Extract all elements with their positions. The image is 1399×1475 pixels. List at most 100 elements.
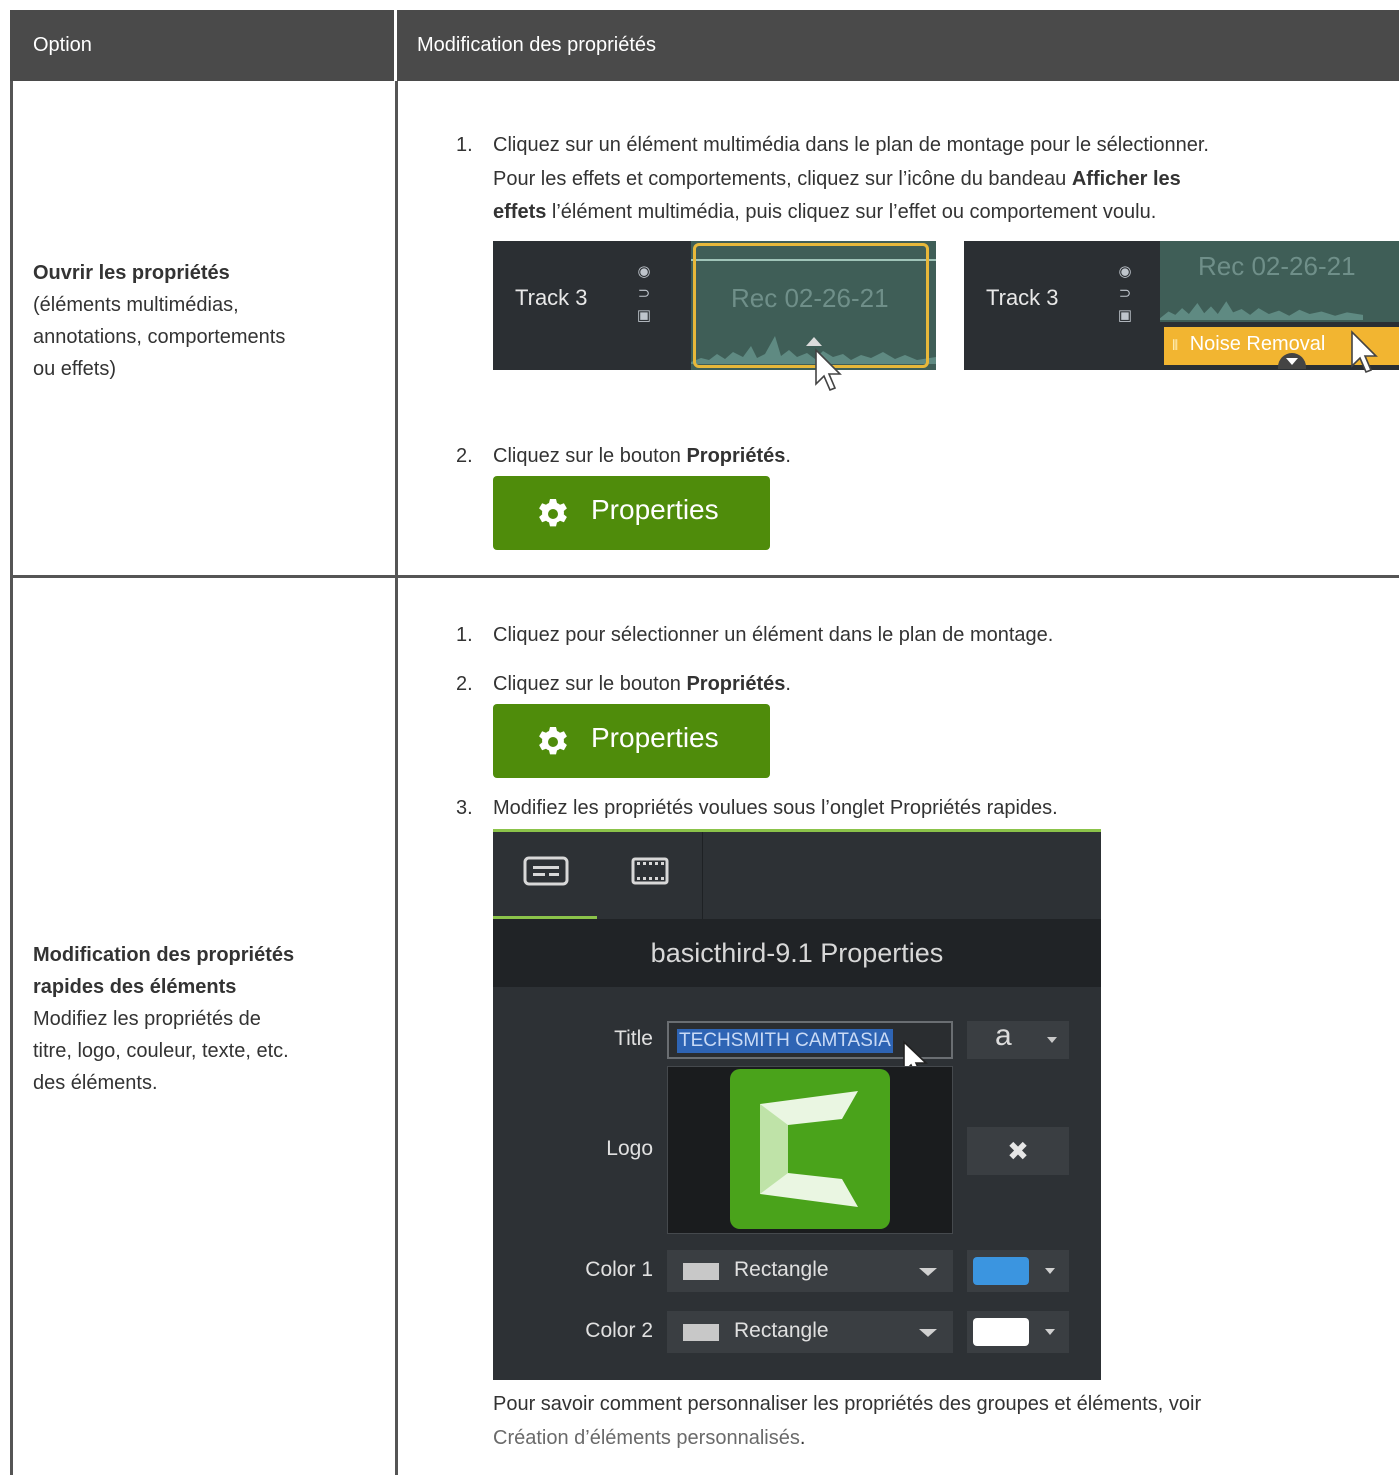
table-header: Option Modification des propriétés [10, 10, 1399, 81]
header-modification: Modification des propriétés [417, 34, 657, 56]
logo-well[interactable] [667, 1066, 953, 1234]
quick-properties-icon [523, 856, 569, 886]
clip-label-b: Rec 02-26-21 [1198, 251, 1356, 281]
row1-step1-line2-text: Pour les effets et comportements, clique… [493, 168, 1072, 190]
track-screenshot-selected: Track 3 ◉ ⊃ ▣ Rec 02-26-21 [493, 241, 936, 370]
row2-option-title-2: rapides des éléments [33, 976, 237, 998]
color2-picker[interactable] [967, 1311, 1069, 1353]
row2-step2-bold: Propriétés [686, 673, 786, 695]
row2-option-cell: Modification des propriétés rapides des … [33, 939, 294, 1099]
panel-tabs [493, 832, 1101, 919]
row1-step1-bold-a: Afficher les [1071, 168, 1181, 190]
properties-button-label: Properties [591, 722, 719, 753]
row2-option-desc-3: des éléments. [33, 1072, 158, 1094]
chevron-down-icon [1045, 1268, 1055, 1274]
row1-step1-line3-text: l’élément multimédia, puis cliquez sur l… [546, 201, 1157, 223]
expand-triangle[interactable] [806, 337, 822, 346]
effect-grip-icon: ⦀ [1172, 337, 1179, 353]
track-toggle-icons-b: ◉ ⊃ ▣ [1116, 261, 1134, 327]
header-option: Option [33, 34, 92, 56]
tab-quick-properties[interactable] [493, 832, 597, 919]
color1-swatch [973, 1257, 1029, 1285]
color1-type-dropdown[interactable]: Rectangle [667, 1250, 953, 1292]
row2-option-desc-1: Modifiez les propriétés de [33, 1008, 261, 1030]
color1-picker[interactable] [967, 1250, 1069, 1292]
eye-icon: ◉ [637, 263, 651, 280]
row1-step1-bold-b: effets [493, 201, 547, 223]
tab-divider [702, 832, 703, 919]
chevron-down-icon [919, 1329, 937, 1337]
row2-note-end: . [799, 1427, 806, 1449]
chevron-down-icon [919, 1268, 937, 1276]
film-icon [631, 857, 669, 885]
clip-selection-border [693, 243, 929, 368]
camtasia-logo [730, 1069, 890, 1229]
panel-title: basicthird-9.1 Properties [493, 919, 1101, 987]
row1-step1-text: Cliquez sur un élément multimédia dans l… [493, 134, 1209, 156]
magnet-icon: ⊃ [637, 285, 651, 302]
waveform-b [1160, 301, 1364, 320]
track-toggle-icons: ◉ ⊃ ▣ [635, 261, 653, 327]
track-label: Track 3 [515, 285, 588, 310]
lock-icon: ▣ [636, 307, 652, 324]
row1-step2-num: 2. [456, 445, 473, 467]
row1-option-desc-3: ou effets) [33, 358, 117, 380]
row1-step1-line2: Pour les effets et comportements, clique… [493, 163, 1181, 195]
shape-swatch [683, 1324, 719, 1341]
row2-step1-text: Cliquez pour sélectionner un élément dan… [493, 624, 1054, 646]
track-screenshot-effect: Track 3 ◉ ⊃ ▣ Rec 02-26-21 ⦀ Noise Remov… [964, 241, 1399, 370]
row2-step3-num: 3. [456, 797, 473, 819]
row2-option-title-1: Modification des propriétés [33, 944, 295, 966]
shape-swatch [683, 1263, 719, 1280]
title-label: Title [614, 1027, 653, 1050]
table-left-border [10, 81, 13, 578]
color2-type-dropdown[interactable]: Rectangle [667, 1311, 953, 1353]
row2-step1: 1. Cliquez pour sélectionner un élément … [456, 619, 1053, 651]
color2-swatch [973, 1318, 1029, 1346]
color1-label: Color 1 [585, 1258, 653, 1281]
row2-step2-post: . [785, 673, 791, 695]
eye-icon: ◉ [1118, 263, 1132, 280]
track-label-b: Track 3 [986, 285, 1059, 310]
row1-option-desc-2: annotations, comportements [33, 326, 286, 348]
row1-step2-pre: Cliquez sur le bouton [493, 445, 687, 467]
row2-note-line1: Pour savoir comment personnaliser les pr… [493, 1393, 1202, 1415]
row1-step2-text: Cliquez sur le bouton Propriétés. [493, 440, 791, 472]
row1-option-desc-1: (éléments multimédias, [33, 294, 239, 316]
row2-step2-pre: Cliquez sur le bouton [493, 673, 687, 695]
table-row-divider [10, 575, 1399, 578]
mouse-cursor-icon [815, 348, 842, 392]
row2-note-line2: Création d’éléments personnalisés. [493, 1422, 805, 1454]
media-clip-b[interactable]: Rec 02-26-21 [1160, 241, 1399, 322]
properties-button[interactable]: Properties [493, 476, 770, 550]
title-input-value: TECHSMITH CAMTASIA [677, 1029, 893, 1053]
row1-option-title: Ouvrir les propriétés [33, 262, 230, 284]
row1-step2-post: . [785, 445, 791, 467]
row1-step2: 2. Cliquez sur le bouton Propriétés. [456, 440, 791, 472]
row1-step1: 1. Cliquez sur un élément multimédia dan… [456, 129, 1209, 161]
row1-step1-line3: effets l’élément multimédia, puis clique… [493, 196, 1156, 228]
row2-step2: 2. Cliquez sur le bouton Propriétés. [456, 668, 791, 700]
row2-option-desc-2: titre, logo, couleur, texte, etc. [33, 1040, 289, 1062]
remove-logo-button[interactable]: ✖ [967, 1127, 1069, 1175]
row1-step2-bold: Propriétés [686, 445, 786, 467]
table-column-divider [395, 81, 398, 1475]
mouse-cursor-icon-b [1351, 330, 1378, 374]
color1-type-value: Rectangle [734, 1258, 829, 1281]
properties-button-label: Properties [591, 494, 719, 525]
table-left-border-row2 [10, 578, 13, 1475]
font-dropdown[interactable]: a [967, 1019, 1069, 1059]
properties-button-2[interactable]: Properties [493, 704, 770, 778]
custom-elements-link[interactable]: Création d’éléments personnalisés [493, 1427, 800, 1449]
row1-step1-num: 1. [456, 134, 473, 156]
chevron-down-icon [1045, 1329, 1055, 1335]
row2-step2-num: 2. [456, 673, 473, 695]
logo-label: Logo [606, 1137, 653, 1160]
row1-option-cell: Ouvrir les propriétés (éléments multiméd… [33, 257, 285, 385]
chevron-down-icon [1047, 1037, 1057, 1043]
gear-icon [539, 499, 567, 527]
tab-visual-properties[interactable] [597, 832, 701, 919]
header-divider [394, 10, 397, 81]
row2-step1-num: 1. [456, 624, 473, 646]
gear-icon [539, 727, 567, 755]
